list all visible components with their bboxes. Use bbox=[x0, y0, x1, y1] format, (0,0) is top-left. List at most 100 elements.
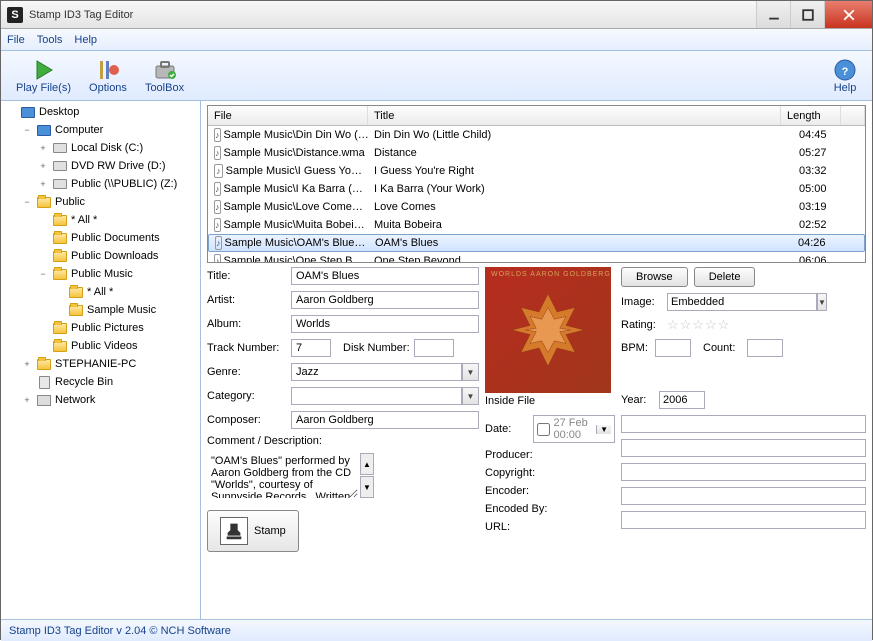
encoder-input[interactable] bbox=[621, 463, 866, 481]
category-select[interactable]: ▼ bbox=[291, 387, 479, 405]
label-album: Album: bbox=[207, 318, 287, 330]
label-date: Date: bbox=[485, 423, 529, 435]
encodedby-input[interactable] bbox=[621, 487, 866, 505]
tree-toggle-icon[interactable]: − bbox=[21, 125, 33, 135]
tree-item[interactable]: +Local Disk (C:) bbox=[1, 139, 200, 157]
stamp-icon bbox=[220, 517, 248, 545]
tree-item[interactable]: +Public (\\PUBLIC) (Z:) bbox=[1, 175, 200, 193]
col-file[interactable]: File bbox=[208, 106, 368, 125]
tree-item[interactable]: * All * bbox=[1, 283, 200, 301]
composer-input[interactable] bbox=[291, 411, 479, 429]
tree-toggle-icon[interactable]: + bbox=[21, 395, 33, 405]
image-select[interactable]: ▼ bbox=[667, 293, 777, 311]
col-title[interactable]: Title bbox=[368, 106, 781, 125]
toolbox-button[interactable]: ToolBox bbox=[136, 53, 193, 98]
tree-item[interactable]: Public Documents bbox=[1, 229, 200, 247]
comment-up-button[interactable]: ▲ bbox=[360, 453, 374, 475]
menu-file[interactable]: File bbox=[7, 34, 25, 46]
table-row[interactable]: ♪Sample Music\Din Din Wo (…Din Din Wo (L… bbox=[208, 126, 865, 144]
tree-item[interactable]: −Computer bbox=[1, 121, 200, 139]
help-icon: ? bbox=[833, 58, 857, 82]
producer-input[interactable] bbox=[621, 415, 866, 433]
titlebar: S Stamp ID3 Tag Editor bbox=[1, 1, 872, 29]
music-icon: ♪ bbox=[214, 200, 221, 214]
date-picker[interactable]: 27 Feb 00:00 ▼ bbox=[533, 415, 616, 443]
help-button[interactable]: ? Help bbox=[824, 53, 866, 98]
label-encoder: Encoder: bbox=[485, 485, 545, 497]
menu-help[interactable]: Help bbox=[74, 34, 97, 46]
tree-item[interactable]: Public Downloads bbox=[1, 247, 200, 265]
url-input[interactable] bbox=[621, 511, 866, 529]
stamp-button[interactable]: Stamp bbox=[207, 510, 299, 552]
table-row[interactable]: ♪Sample Music\I Ka Barra (…I Ka Barra (Y… bbox=[208, 180, 865, 198]
minimize-button[interactable] bbox=[756, 1, 790, 28]
tree-item[interactable]: Recycle Bin bbox=[1, 373, 200, 391]
copyright-input[interactable] bbox=[621, 439, 866, 457]
label-image: Image: bbox=[621, 296, 663, 308]
genre-select[interactable]: ▼ bbox=[291, 363, 479, 381]
toolbox-icon bbox=[153, 58, 177, 82]
tree-toggle-icon[interactable]: + bbox=[21, 359, 33, 369]
play-button[interactable]: Play File(s) bbox=[7, 53, 80, 98]
table-row[interactable]: ♪Sample Music\One Step B…One Step Beyond… bbox=[208, 252, 865, 262]
tree-toggle-icon[interactable]: + bbox=[37, 143, 49, 153]
chevron-down-icon[interactable]: ▼ bbox=[817, 293, 827, 311]
album-input[interactable] bbox=[291, 315, 479, 333]
title-input[interactable] bbox=[291, 267, 479, 285]
tree-item[interactable]: −Public bbox=[1, 193, 200, 211]
options-button[interactable]: Options bbox=[80, 53, 136, 98]
chevron-down-icon[interactable]: ▼ bbox=[462, 363, 479, 381]
bpm-input[interactable] bbox=[655, 339, 691, 357]
table-body[interactable]: ♪Sample Music\Din Din Wo (…Din Din Wo (L… bbox=[208, 126, 865, 262]
album-art[interactable]: WORLDS AARON GOLDBERG bbox=[485, 267, 611, 393]
play-icon bbox=[32, 58, 56, 82]
chevron-down-icon[interactable]: ▼ bbox=[462, 387, 479, 405]
tree-item[interactable]: Desktop bbox=[1, 103, 200, 121]
label-artist: Artist: bbox=[207, 294, 287, 306]
track-input[interactable] bbox=[291, 339, 331, 357]
tree-item[interactable]: +STEPHANIE-PC bbox=[1, 355, 200, 373]
label-genre: Genre: bbox=[207, 366, 287, 378]
table-row[interactable]: ♪Sample Music\OAM's Blue…OAM's Blues04:2… bbox=[208, 234, 865, 252]
tag-form: Title: Artist: Album: Track Number: Disk… bbox=[207, 267, 479, 615]
tree-item[interactable]: Sample Music bbox=[1, 301, 200, 319]
tree-item[interactable]: * All * bbox=[1, 211, 200, 229]
label-track: Track Number: bbox=[207, 342, 287, 354]
label-comment: Comment / Description: bbox=[207, 435, 479, 447]
tree-toggle-icon[interactable]: + bbox=[37, 161, 49, 171]
col-length[interactable]: Length bbox=[781, 106, 841, 125]
tree-toggle-icon[interactable]: − bbox=[21, 197, 33, 207]
folder-tree[interactable]: Desktop−Computer+Local Disk (C:)+DVD RW … bbox=[1, 101, 201, 619]
date-checkbox[interactable] bbox=[537, 423, 550, 436]
table-row[interactable]: ♪Sample Music\Distance.wmaDistance05:27 bbox=[208, 144, 865, 162]
browse-button[interactable]: Browse bbox=[621, 267, 688, 287]
music-icon: ♪ bbox=[214, 146, 221, 160]
label-bpm: BPM: bbox=[621, 342, 651, 354]
close-button[interactable] bbox=[824, 1, 872, 28]
comment-down-button[interactable]: ▼ bbox=[360, 476, 374, 498]
svg-text:?: ? bbox=[842, 66, 849, 78]
maximize-button[interactable] bbox=[790, 1, 824, 28]
window-title: Stamp ID3 Tag Editor bbox=[29, 9, 756, 21]
tree-item[interactable]: Public Videos bbox=[1, 337, 200, 355]
toolbar: Play File(s) Options ToolBox ? Help bbox=[1, 51, 872, 101]
chevron-down-icon[interactable]: ▼ bbox=[596, 425, 611, 434]
tree-toggle-icon[interactable]: + bbox=[37, 179, 49, 189]
disk-input[interactable] bbox=[414, 339, 454, 357]
tree-toggle-icon[interactable]: − bbox=[37, 269, 49, 279]
artist-input[interactable] bbox=[291, 291, 479, 309]
tree-item[interactable]: Public Pictures bbox=[1, 319, 200, 337]
table-row[interactable]: ♪Sample Music\Muita Bobei…Muita Bobeira0… bbox=[208, 216, 865, 234]
rating-stars[interactable]: ☆☆☆☆☆ bbox=[667, 317, 730, 333]
table-row[interactable]: ♪Sample Music\Love Come…Love Comes03:19 bbox=[208, 198, 865, 216]
comment-textarea[interactable]: "OAM's Blues" performed by Aaron Goldber… bbox=[207, 453, 358, 498]
delete-button[interactable]: Delete bbox=[694, 267, 756, 287]
table-row[interactable]: ♪Sample Music\I Guess Yo…I Guess You're … bbox=[208, 162, 865, 180]
tree-item[interactable]: −Public Music bbox=[1, 265, 200, 283]
col-spacer bbox=[841, 106, 865, 125]
tree-item[interactable]: +Network bbox=[1, 391, 200, 409]
year-input[interactable] bbox=[659, 391, 705, 409]
tree-item[interactable]: +DVD RW Drive (D:) bbox=[1, 157, 200, 175]
count-input[interactable] bbox=[747, 339, 783, 357]
menu-tools[interactable]: Tools bbox=[37, 34, 63, 46]
